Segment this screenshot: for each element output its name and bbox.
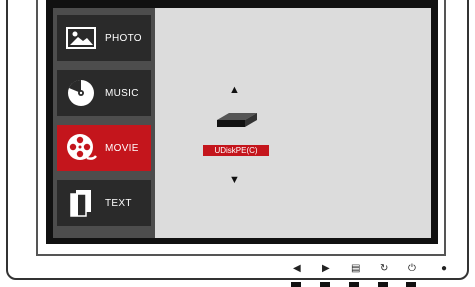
right-arrow-button[interactable]: ▶ (322, 262, 330, 276)
menu-item-label: MOVIE (105, 142, 139, 154)
power-button[interactable]: ⏻ (408, 262, 416, 276)
scroll-up-arrow[interactable]: ▲ (229, 85, 240, 96)
menu-item-text[interactable]: TEXT (57, 180, 151, 226)
stand-tab (349, 282, 359, 287)
menu-item-photo[interactable]: PHOTO (57, 15, 151, 61)
stand-tab (378, 282, 388, 287)
scroll-down-arrow[interactable]: ▼ (229, 175, 240, 186)
power-led-icon: ● (441, 263, 448, 274)
control-buttons: ◀ ▶ ▤ ↻ ⏻ ● (0, 262, 475, 276)
drive-label[interactable]: UDiskPE(C) (203, 145, 269, 156)
menu-item-music[interactable]: MUSIC (57, 70, 151, 116)
stand-tab (291, 282, 301, 287)
photo-icon (63, 20, 99, 56)
usb-drive-icon[interactable] (215, 111, 259, 134)
menu-item-label: PHOTO (105, 32, 142, 44)
music-disc-icon (63, 75, 99, 111)
media-menu: PHOTO MUSIC MOVIE TEXT (53, 8, 155, 238)
document-icon (63, 185, 99, 221)
stand-tab (320, 282, 330, 287)
stand-tab (406, 282, 416, 287)
film-reel-icon (63, 130, 99, 166)
menu-item-label: TEXT (105, 197, 132, 209)
menu-item-movie[interactable]: MOVIE (57, 125, 151, 171)
menu-button[interactable]: ▤ (351, 262, 360, 276)
menu-item-label: MUSIC (105, 87, 139, 99)
left-arrow-button[interactable]: ◀ (293, 262, 301, 276)
rotate-button[interactable]: ↻ (380, 262, 388, 276)
content-panel (155, 8, 431, 238)
